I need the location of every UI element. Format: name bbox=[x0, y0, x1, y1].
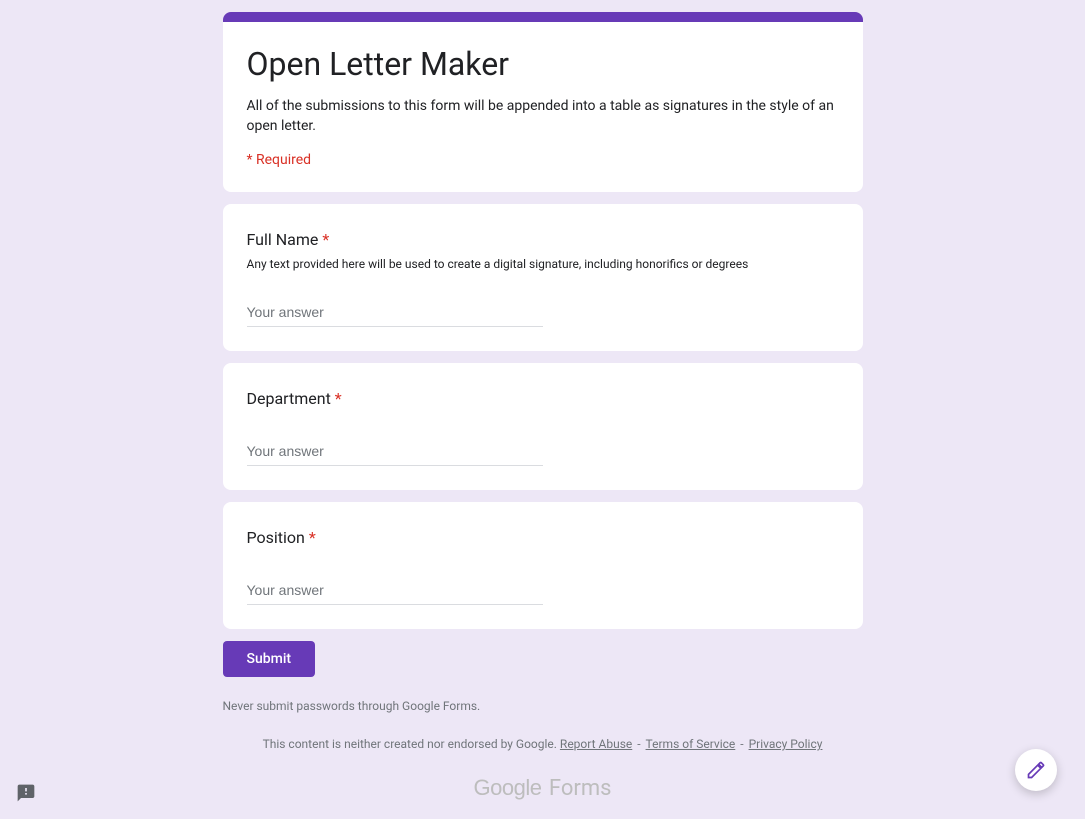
header-card: Open Letter Maker All of the submissions… bbox=[223, 12, 863, 192]
password-warning: Never submit passwords through Google Fo… bbox=[223, 699, 863, 713]
required-star: * bbox=[335, 389, 342, 408]
privacy-link[interactable]: Privacy Policy bbox=[749, 737, 823, 751]
edit-fab[interactable] bbox=[1015, 749, 1057, 791]
terms-link[interactable]: Terms of Service bbox=[646, 737, 736, 751]
department-input[interactable] bbox=[247, 435, 543, 466]
fullname-input[interactable] bbox=[247, 296, 543, 327]
feedback-button[interactable] bbox=[16, 783, 36, 803]
question-card-department: Department * bbox=[223, 363, 863, 490]
form-title: Open Letter Maker bbox=[247, 44, 839, 84]
report-abuse-link[interactable]: Report Abuse bbox=[560, 737, 632, 751]
required-star: * bbox=[322, 230, 329, 249]
submit-button[interactable]: Submit bbox=[223, 641, 316, 677]
question-label: Position * bbox=[247, 526, 839, 550]
question-hint: Any text provided here will be used to c… bbox=[247, 256, 839, 272]
feedback-icon bbox=[16, 783, 36, 803]
submit-row: Submit bbox=[223, 641, 863, 677]
disclaimer: This content is neither created nor endo… bbox=[223, 737, 863, 751]
form-container: Open Letter Maker All of the submissions… bbox=[223, 0, 863, 801]
question-card-fullname: Full Name * Any text provided here will … bbox=[223, 204, 863, 351]
position-input[interactable] bbox=[247, 574, 543, 605]
required-star: * bbox=[309, 528, 316, 547]
required-notice: * Required bbox=[247, 152, 839, 168]
question-label: Full Name * bbox=[247, 228, 839, 252]
question-label: Department * bbox=[247, 387, 839, 411]
form-description: All of the submissions to this form will… bbox=[247, 96, 839, 136]
pencil-icon bbox=[1026, 760, 1046, 780]
google-forms-logo[interactable]: Google Forms bbox=[223, 775, 863, 801]
question-card-position: Position * bbox=[223, 502, 863, 629]
